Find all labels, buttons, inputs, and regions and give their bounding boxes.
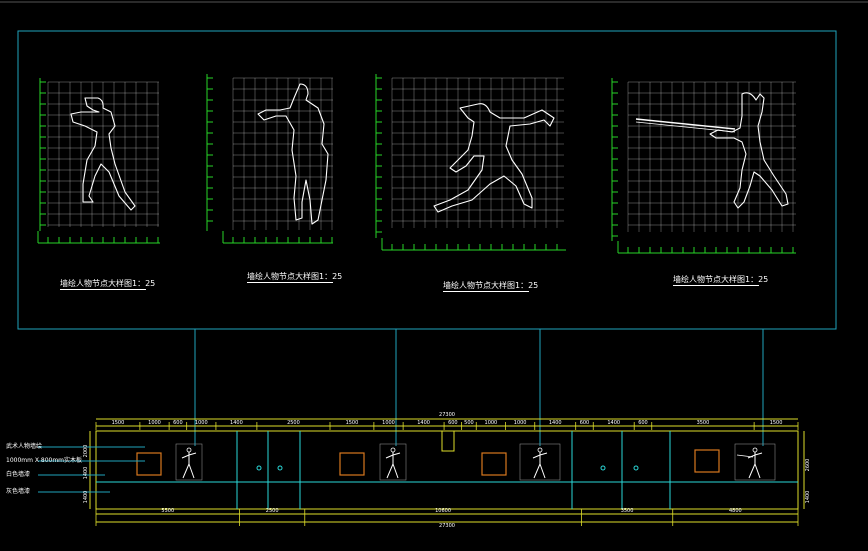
dim-label-top: 600 xyxy=(173,420,183,426)
dim-label-top: 1000 xyxy=(484,420,498,426)
wall-elevation xyxy=(95,430,799,510)
martial-artist-figure xyxy=(433,103,555,213)
dim-label-top: 1400 xyxy=(230,420,243,426)
light-fixture-icon xyxy=(600,465,606,471)
detail-panel-4 xyxy=(611,78,796,254)
wood-board xyxy=(136,452,162,476)
sword-icon xyxy=(736,454,754,458)
figure-body xyxy=(747,452,763,479)
dim-label-left: 2000 xyxy=(83,444,89,458)
wall-outline xyxy=(95,430,799,510)
detail-caption-3: 墙绘人物节点大样图1：25 xyxy=(443,281,539,290)
detail-caption-2: 墙绘人物节点大样图1：25 xyxy=(247,272,343,281)
caption-underline xyxy=(673,285,759,286)
dim-label-left: 1400 xyxy=(83,466,89,480)
cad-drawing-canvas: 墙绘人物节点大样图1：25 墙绘人物节点大样图1：25 墙绘人物节点大样图1：2… xyxy=(0,0,868,551)
detail-panel-1 xyxy=(37,78,160,244)
dim-label-top: 1400 xyxy=(607,420,621,426)
dim-label-top: 1000 xyxy=(148,420,161,426)
dim-label-top: 500 xyxy=(464,420,474,426)
wall-opening xyxy=(441,430,455,452)
legend-label-grey-paint: 灰色墙漆 xyxy=(6,488,31,495)
dim-label-top: 1000 xyxy=(382,420,395,426)
caption-underline xyxy=(60,289,146,290)
dim-label-top: 600 xyxy=(638,420,648,426)
dim-label-top: 2500 xyxy=(287,420,300,426)
dim-label-top: 1500 xyxy=(111,420,125,426)
light-fixture-icon xyxy=(256,465,262,471)
mini-figure-2 xyxy=(379,443,407,481)
legend-label-wood-board: 1000mm X 800mm实木板 xyxy=(6,457,83,464)
dim-label-top: 1000 xyxy=(513,420,527,426)
figure-head xyxy=(537,447,543,453)
figure-head xyxy=(186,447,192,453)
mini-figure-4 xyxy=(734,443,776,481)
mini-figure-3 xyxy=(519,443,561,481)
caption-underline xyxy=(247,282,333,283)
dim-label-top: 1000 xyxy=(194,420,208,426)
dim-overall-bottom: 27300 xyxy=(439,523,455,529)
detail-caption-1: 墙绘人物节点大样图1：25 xyxy=(60,279,156,288)
dim-label-top: 3500 xyxy=(696,420,710,426)
figure-head xyxy=(390,447,396,453)
dim-label-left: 1400 xyxy=(83,490,89,504)
dim-overall-top: 27300 xyxy=(439,412,455,418)
martial-artist-figure xyxy=(257,83,329,225)
mini-figure-1 xyxy=(175,443,203,481)
wood-board xyxy=(339,452,365,476)
detail-caption-4: 墙绘人物节点大样图1：25 xyxy=(673,275,769,284)
light-fixture-icon xyxy=(633,465,639,471)
legend-label-mural: 武术人物墙绘 xyxy=(6,443,43,450)
detail-panel-2 xyxy=(206,74,333,244)
dim-label-bottom: 5500 xyxy=(161,508,175,514)
figure-body xyxy=(181,452,197,479)
dim-label-top: 600 xyxy=(579,420,590,426)
dim-label-bottom: 2500 xyxy=(265,508,279,514)
dim-label-top: 1500 xyxy=(769,420,783,426)
dim-label-bottom: 3500 xyxy=(620,508,634,514)
caption-underline xyxy=(443,291,529,292)
figure-body xyxy=(532,452,548,479)
dim-label-top: 1400 xyxy=(417,420,430,426)
figure-body xyxy=(385,452,401,479)
dim-label-right: 2600 xyxy=(805,458,811,472)
detail-panel-3 xyxy=(375,74,566,251)
figure-head xyxy=(752,447,758,453)
dim-label-right: 1400 xyxy=(805,490,811,504)
wood-board xyxy=(481,452,507,476)
legend-label-white-paint: 白色墙漆 xyxy=(6,471,31,478)
wood-board xyxy=(694,449,720,473)
dim-label-bottom: 4800 xyxy=(728,508,742,514)
dim-label-top: 1400 xyxy=(548,420,562,426)
dim-label-top: 600 xyxy=(448,420,458,426)
sword-icon xyxy=(635,118,736,130)
light-fixture-icon xyxy=(277,465,283,471)
dim-label-top: 1500 xyxy=(345,420,359,426)
dim-label-bottom: 10600 xyxy=(435,508,452,514)
